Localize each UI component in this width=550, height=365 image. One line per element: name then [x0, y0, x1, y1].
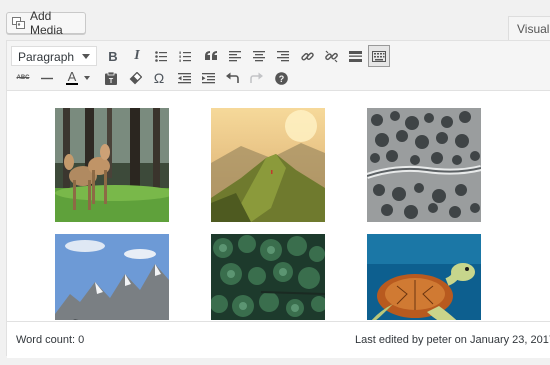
align-left-button[interactable] [224, 45, 246, 67]
tab-visual[interactable]: Visual [508, 16, 550, 41]
deer-image [55, 108, 169, 222]
redo-icon [249, 72, 263, 83]
blockquote-button[interactable] [200, 45, 222, 67]
decrease-indent-button[interactable] [173, 67, 195, 89]
snowy-forest-road-image [367, 108, 481, 222]
decrease-indent-icon [177, 72, 191, 83]
svg-text:?: ? [278, 74, 284, 84]
text-color-button[interactable]: A [62, 67, 96, 89]
undo-button[interactable] [221, 67, 243, 89]
format-select-value: Paragraph [18, 50, 75, 64]
editor-toolbar: Paragraph B I ABC A T Ω ? [7, 41, 550, 91]
special-character-button[interactable]: Ω [148, 67, 170, 89]
editor-container: Paragraph B I ABC A T Ω ? Word count: 0 … [6, 40, 550, 358]
gallery-image-pine-forest[interactable] [211, 234, 325, 320]
read-more-button[interactable] [344, 45, 366, 67]
remove-link-button[interactable] [320, 45, 342, 67]
clear-formatting-icon [129, 71, 142, 84]
align-left-icon [229, 50, 241, 61]
gallery-image-snowy-road[interactable] [367, 108, 481, 222]
mountain-ridge-image [211, 108, 325, 222]
keyboard-shortcuts-button[interactable]: ? [270, 67, 292, 89]
sea-turtle-image [367, 234, 481, 320]
tab-visual-label: Visual [517, 22, 550, 36]
clear-formatting-button[interactable] [124, 67, 146, 89]
svg-text:T: T [109, 78, 114, 85]
horizontal-line-icon [41, 77, 53, 79]
blockquote-icon [205, 51, 217, 60]
toolbar-toggle-button[interactable] [368, 45, 390, 67]
text-color-glyph: A [67, 69, 77, 84]
italic-icon: I [134, 48, 140, 63]
add-media-button[interactable]: Add Media [6, 9, 86, 37]
gallery-image-deer[interactable] [55, 108, 169, 222]
strikethrough-icon: ABC [16, 75, 30, 81]
remove-link-icon [324, 50, 338, 62]
editor-status-bar: Word count: 0 Last edited by peter on Ja… [7, 321, 550, 358]
bold-icon: B [108, 48, 118, 64]
align-center-icon [253, 50, 265, 61]
horizontal-line-button[interactable] [36, 67, 58, 89]
bulleted-list-icon [155, 50, 167, 62]
rocky-mountain-peaks-image [55, 234, 169, 320]
format-select[interactable]: Paragraph [11, 46, 97, 66]
paste-as-text-icon: T [105, 71, 117, 85]
add-media-icon [12, 16, 25, 29]
text-color-icon: A [66, 69, 78, 85]
align-right-icon [277, 50, 289, 61]
word-count: Word count: 0 [16, 334, 85, 346]
bulleted-list-button[interactable] [150, 45, 172, 67]
italic-button[interactable]: I [126, 45, 148, 67]
text-color-swatch [66, 83, 78, 85]
insert-link-icon [300, 52, 314, 60]
strikethrough-button[interactable]: ABC [13, 67, 33, 89]
chevron-down-icon [84, 76, 90, 80]
gallery-image-mountain-ridge[interactable] [211, 108, 325, 222]
paste-as-text-button[interactable]: T [100, 67, 122, 89]
increase-indent-button[interactable] [197, 67, 219, 89]
insert-link-button[interactable] [296, 45, 318, 67]
last-edited: Last edited by peter on January 23, 2017… [355, 334, 550, 346]
bold-button[interactable]: B [102, 45, 124, 67]
special-character-icon: Ω [153, 70, 165, 86]
chevron-down-icon [82, 54, 90, 59]
numbered-list-icon [179, 51, 191, 62]
redo-button[interactable] [245, 67, 267, 89]
gallery-image-rocky-peaks[interactable] [55, 234, 169, 320]
read-more-icon [348, 50, 362, 62]
pine-forest-aerial-image [211, 234, 325, 320]
editor-content[interactable] [7, 91, 550, 320]
add-media-label: Add Media [30, 9, 63, 37]
gallery-image-sea-turtle[interactable] [367, 234, 481, 320]
align-center-button[interactable] [248, 45, 270, 67]
toolbar-toggle-icon [372, 50, 386, 62]
numbered-list-button[interactable] [174, 45, 196, 67]
keyboard-shortcuts-icon: ? [274, 71, 288, 85]
increase-indent-icon [201, 72, 215, 83]
undo-icon [225, 72, 239, 83]
align-right-button[interactable] [272, 45, 294, 67]
